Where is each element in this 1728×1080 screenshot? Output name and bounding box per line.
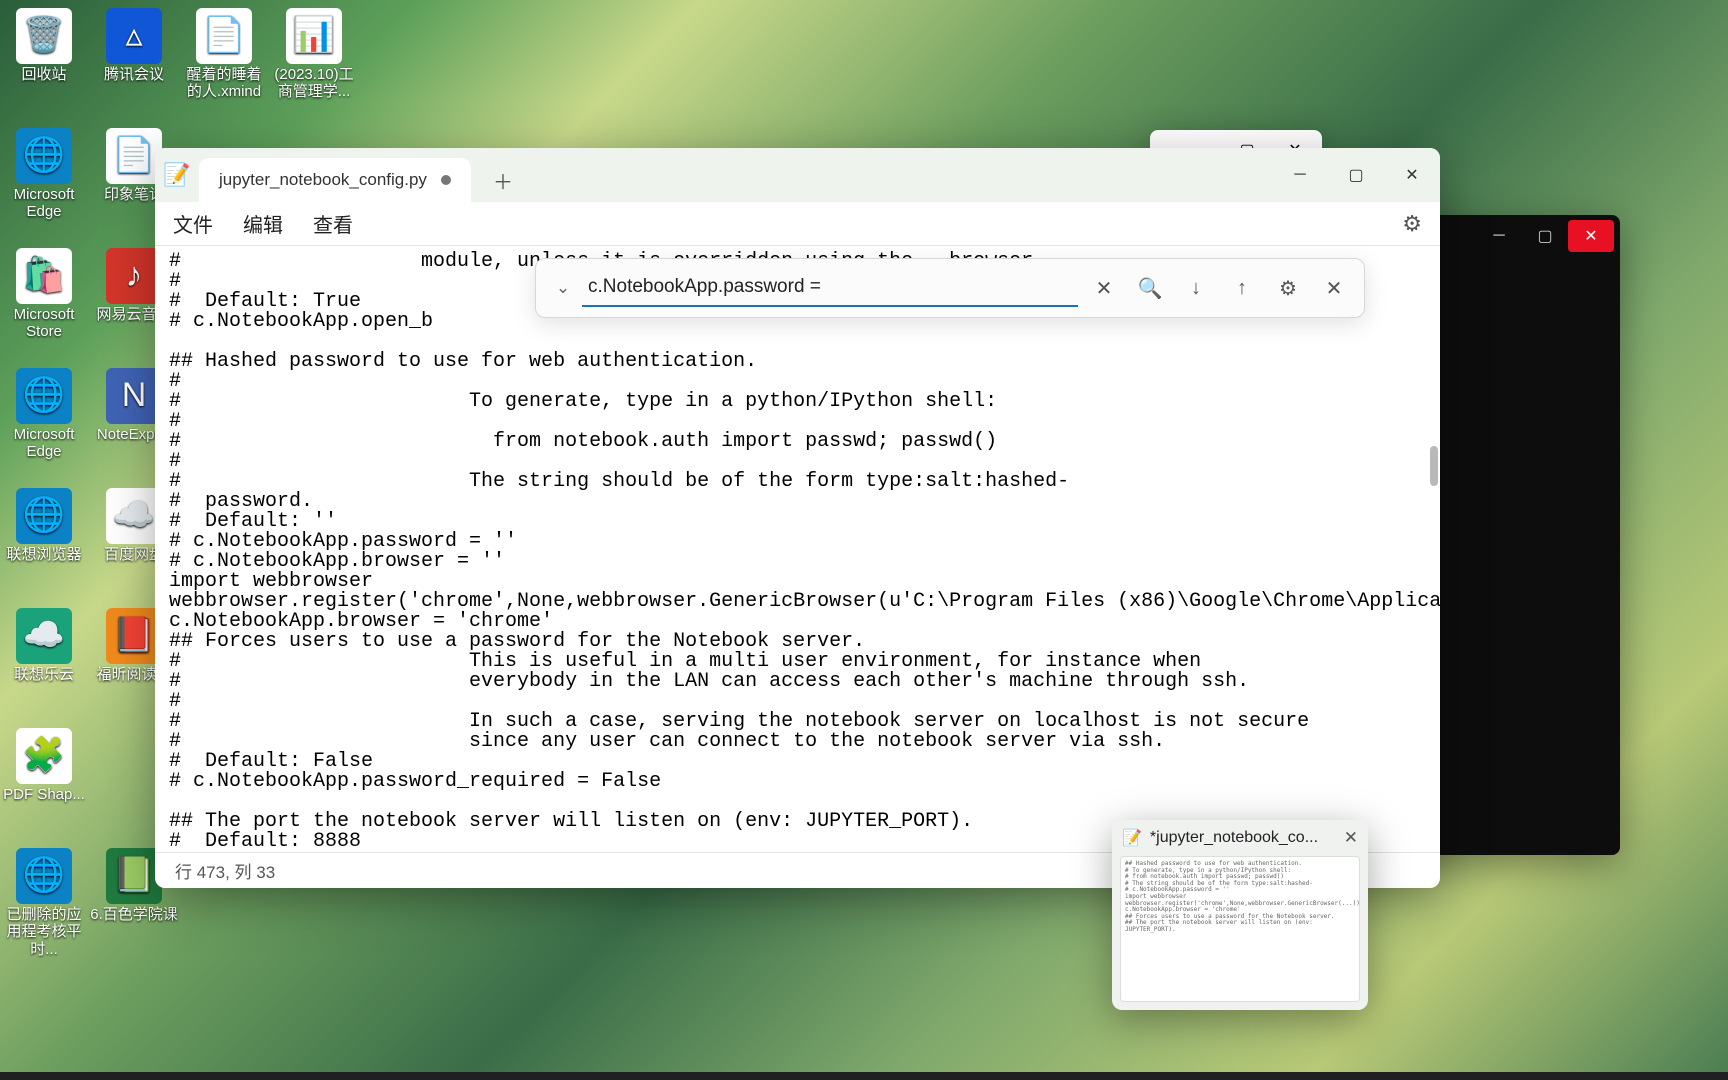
icon-label: PDF Shap... (3, 786, 85, 803)
editor-area[interactable]: # module, unless it is overridden using … (155, 246, 1440, 852)
app-icon: ♪ (106, 248, 162, 304)
find-next-button[interactable]: ↓ (1176, 268, 1216, 308)
app-icon: 🌐 (16, 128, 72, 184)
menubar: 文件 编辑 查看 ⚙ (155, 202, 1440, 246)
settings-button[interactable]: ⚙ (1402, 211, 1422, 237)
menu-view[interactable]: 查看 (313, 209, 353, 238)
app-icon: 🌐 (16, 488, 72, 544)
tab-title: jupyter_notebook_config.py (219, 170, 427, 190)
icon-label: 6.百色学院课 (90, 906, 178, 923)
find-bar: ⌄ ✕ 🔍 ↓ ↑ ⚙ ✕ (535, 258, 1365, 318)
titlebar[interactable]: 📝 jupyter_notebook_config.py ＋ ─ ▢ ✕ (155, 148, 1440, 202)
desktop-icon[interactable]: 🌐Microsoft Edge (0, 368, 88, 461)
find-input[interactable] (582, 269, 1078, 307)
icon-label: 联想乐云 (14, 666, 74, 683)
desktop-icon[interactable]: 🌐Microsoft Edge (0, 128, 88, 221)
icon-label: Microsoft Store (0, 306, 88, 341)
thumb-app-icon: 📝 (1122, 828, 1142, 848)
taskbar[interactable] (0, 1072, 1728, 1080)
icon-label: (2023.10)工商管理学... (270, 66, 358, 101)
desktop-icon[interactable]: ▵ 腾讯会议 (90, 8, 178, 83)
desktop-icon[interactable]: 🌐 联想浏览器 (0, 488, 88, 563)
icon-label: Microsoft Edge (0, 186, 88, 221)
maximize-button[interactable]: ▢ (1328, 153, 1384, 197)
new-tab-button[interactable]: ＋ (481, 158, 525, 202)
term-close-button[interactable]: ✕ (1568, 220, 1614, 252)
app-icon: 🗑️ (16, 8, 72, 64)
menu-edit[interactable]: 编辑 (243, 209, 283, 238)
desktop-icon[interactable]: 📄醒着的睡着的人.xmind (180, 8, 268, 101)
icon-label: 联想浏览器 (6, 546, 81, 563)
app-icon: 📄 (106, 128, 162, 184)
expand-replace-button[interactable]: ⌄ (550, 278, 576, 298)
icon-label: 回收站 (21, 66, 66, 83)
scrollbar-thumb[interactable] (1430, 446, 1438, 486)
app-icon: N (106, 368, 162, 424)
close-button[interactable]: ✕ (1384, 153, 1440, 197)
desktop-icon[interactable]: 🌐已删除的应用程考核平时... (0, 848, 88, 958)
thumb-preview[interactable]: ## Hashed password to use for web authen… (1120, 856, 1360, 1002)
thumb-title: *jupyter_notebook_co... (1150, 829, 1318, 847)
notepad-window: 📝 jupyter_notebook_config.py ＋ ─ ▢ ✕ 文件 … (155, 148, 1440, 888)
app-icon: 🌐 (16, 848, 72, 904)
icon-label: 醒着的睡着的人.xmind (180, 66, 268, 101)
desktop-icon[interactable]: 🛍️Microsoft Store (0, 248, 88, 341)
desktop-icon[interactable]: 🧩 PDF Shap... (0, 728, 88, 803)
term-maximize-button[interactable]: ▢ (1522, 220, 1568, 252)
menu-file[interactable]: 文件 (173, 209, 213, 238)
app-icon: ▵ (106, 8, 162, 64)
taskbar-thumbnail[interactable]: 📝 *jupyter_notebook_co... ✕ ## Hashed pa… (1112, 820, 1368, 1010)
app-icon: 📄 (196, 8, 252, 64)
icon-label: 腾讯会议 (104, 66, 164, 83)
term-minimize-button[interactable]: ─ (1476, 220, 1522, 252)
desktop-icon[interactable]: 🗑️ 回收站 (0, 8, 88, 83)
cursor-position: 行 473, 列 33 (175, 858, 275, 883)
close-find-button[interactable]: ✕ (1314, 268, 1354, 308)
desktop-icon[interactable]: ☁️ 联想乐云 (0, 608, 88, 683)
desktop-icon[interactable]: 📊(2023.10)工商管理学... (270, 8, 358, 101)
unsaved-indicator-icon (441, 175, 451, 185)
app-icon: 🛍️ (16, 248, 72, 304)
icon-label: Microsoft Edge (0, 426, 88, 461)
icon-label: 已删除的应用程考核平时... (0, 906, 88, 958)
app-icon: 🌐 (16, 368, 72, 424)
tab-active[interactable]: jupyter_notebook_config.py (199, 158, 471, 202)
minimize-button[interactable]: ─ (1272, 153, 1328, 197)
text-content[interactable]: # module, unless it is overridden using … (155, 246, 1440, 852)
app-icon: ☁️ (16, 608, 72, 664)
app-icon: 📊 (286, 8, 342, 64)
app-icon: 📕 (106, 608, 162, 664)
clear-search-button[interactable]: ✕ (1084, 268, 1124, 308)
app-icon: ☁️ (106, 488, 162, 544)
app-icon: 📗 (106, 848, 162, 904)
notepad-app-icon: 📝 (155, 148, 199, 202)
search-icon[interactable]: 🔍 (1130, 268, 1170, 308)
app-icon: 🧩 (16, 728, 72, 784)
find-options-button[interactable]: ⚙ (1268, 268, 1308, 308)
thumb-close-button[interactable]: ✕ (1344, 828, 1358, 848)
find-prev-button[interactable]: ↑ (1222, 268, 1262, 308)
